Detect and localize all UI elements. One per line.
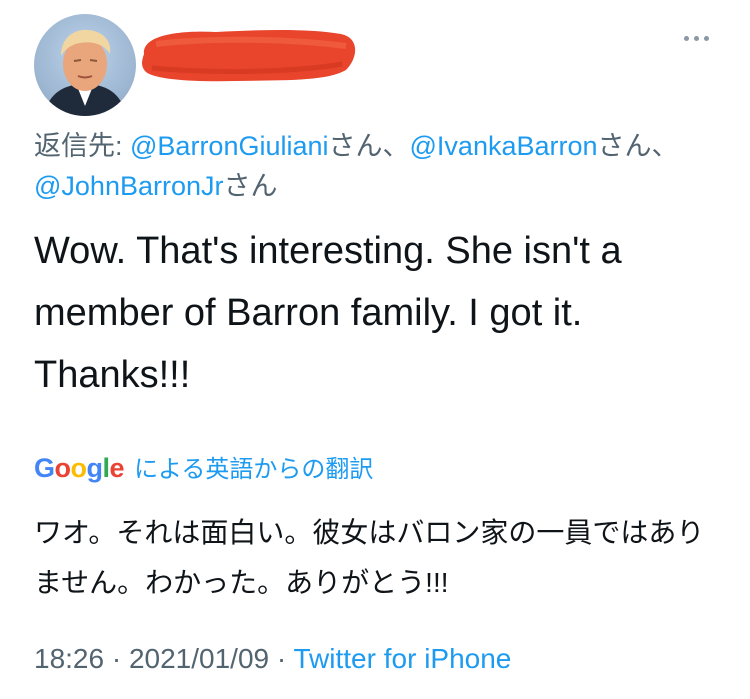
mention-john-barron-jr[interactable]: @JohnBarronJr [34,171,224,201]
meta-separator: · [269,643,294,674]
translated-text: ワオ。それは面白い。彼女はバロン家の一員ではありません。わかった。ありがとう!!… [34,517,705,598]
tweet-meta: 18:26 · 2021/01/09 · Twitter for iPhone [34,643,511,675]
honorific-3: さん [223,171,278,201]
more-options-icon[interactable] [684,36,709,41]
meta-separator: · [104,643,129,674]
tweet-text: Wow. That's interesting. She isn't a mem… [34,230,622,396]
translation-attribution[interactable]: Google による英語からの翻訳 [34,449,373,484]
reply-to-prefix: 返信先: [34,131,131,161]
tweet-date[interactable]: 2021/01/09 [129,643,269,674]
avatar[interactable] [34,14,136,116]
mention-ivanka-barron[interactable]: @IvankaBarron [410,131,598,161]
reply-to-line: 返信先: @BarronGiulianiさん、@IvankaBarronさん、@… [34,126,714,206]
honorific-1: さん、 [328,131,410,161]
mention-barron-giuliani[interactable]: @BarronGiuliani [130,131,329,161]
honorific-2: さん、 [597,131,679,161]
translation-label[interactable]: による英語からの翻訳 [134,449,373,484]
tweet-source-link[interactable]: Twitter for iPhone [294,643,512,674]
tweet-time[interactable]: 18:26 [34,643,104,674]
google-logo: Google [34,453,125,483]
redacted-username [142,30,356,82]
